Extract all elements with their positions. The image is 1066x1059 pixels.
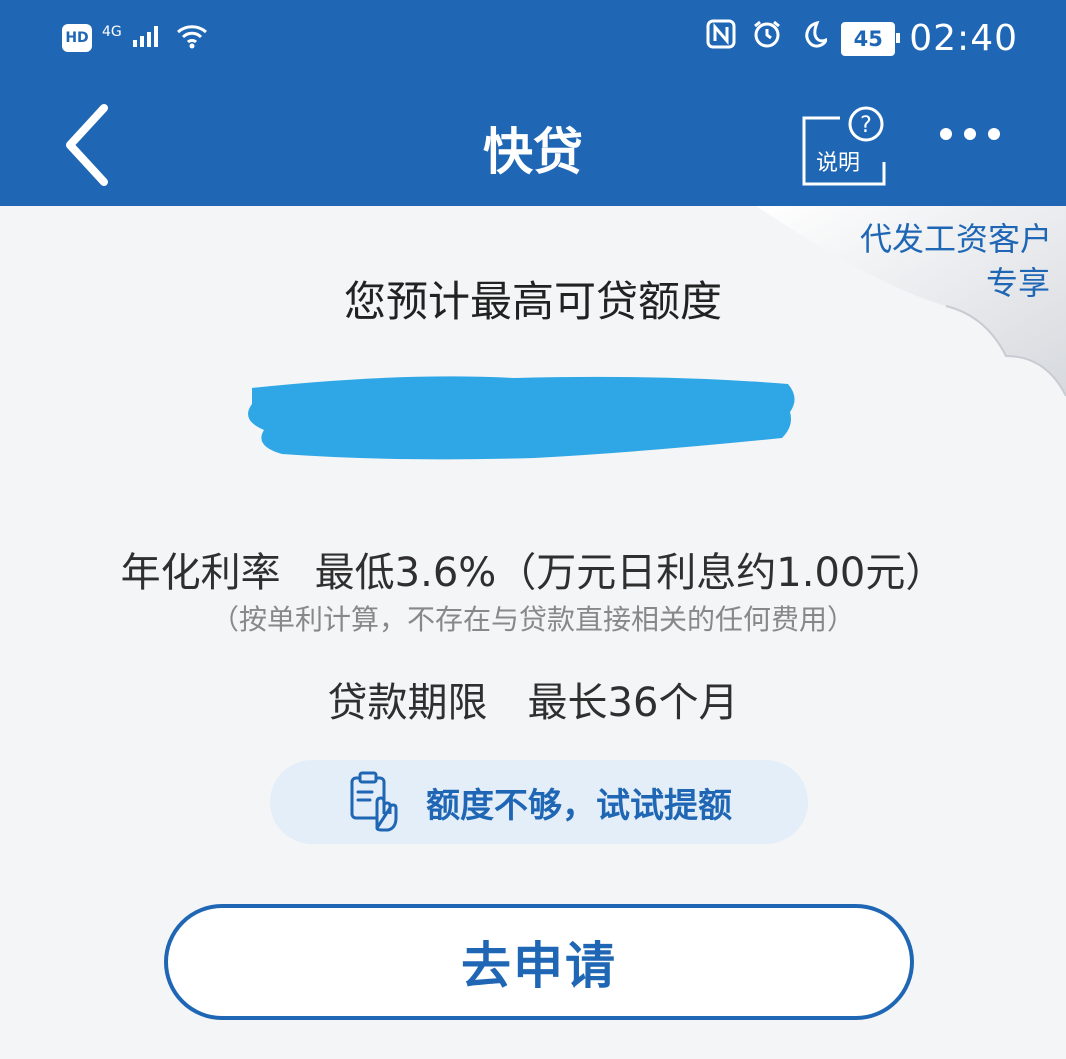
network-label: 4G (102, 24, 122, 40)
term-line: 贷款期限 最长36个月 (0, 670, 1066, 728)
redacted-amount (234, 368, 802, 482)
apply-label: 去申请 (461, 937, 617, 995)
status-bar-left: HD 4G (62, 22, 210, 54)
status-time: 02:40 (909, 18, 1018, 59)
rate-note: （按单利计算，不存在与贷款直接相关的任何费用） (210, 603, 855, 636)
alarm-icon (751, 18, 783, 59)
ribbon-line-1: 代发工资客户 (859, 220, 1052, 258)
app-header: HD 4G 45 02:40 快贷 ? 说明 (0, 0, 1066, 206)
loan-card: 代发工资客户 专享 您预计最高可贷额度 年化利率 最低3.6%（万元日利息约1.0… (0, 206, 1066, 1059)
term-value: 最长36个月 (527, 680, 739, 726)
status-bar-right: 45 02:40 (705, 18, 1018, 59)
moon-icon (797, 19, 829, 59)
rate-value: 最低3.6%（万元日利息约1.00元） (314, 550, 946, 596)
hd-badge: HD (62, 24, 92, 52)
svg-text:?: ? (860, 113, 872, 138)
battery-indicator: 45 (841, 21, 901, 56)
apply-button[interactable]: 去申请 (164, 904, 914, 1020)
page-title: 快贷 (483, 123, 583, 181)
signal-icon (132, 24, 164, 52)
term-label: 贷款期限 (327, 680, 488, 726)
rate-line: 年化利率 最低3.6%（万元日利息约1.00元） (0, 540, 1066, 598)
rate-label: 年化利率 (120, 550, 281, 596)
increase-limit-button[interactable]: 额度不够，试试提额 (270, 760, 808, 844)
wifi-icon (174, 22, 210, 54)
more-button[interactable] (938, 121, 1002, 147)
increase-limit-label: 额度不够，试试提额 (426, 785, 732, 826)
document-hand-icon (350, 771, 398, 832)
nfc-icon (705, 18, 737, 59)
more-icon (940, 128, 1000, 140)
help-label: 说明 (816, 151, 861, 176)
estimate-label: 您预计最高可贷额度 (343, 277, 722, 326)
